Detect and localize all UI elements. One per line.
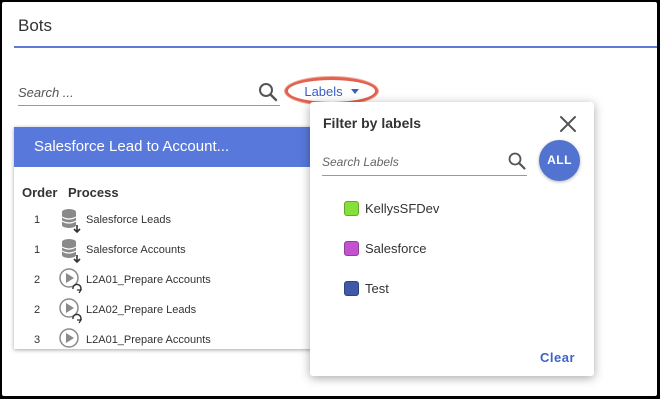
close-icon[interactable] (558, 114, 578, 134)
process-order: 2 (34, 274, 41, 286)
process-row: 2 L2A01_Prepare Accounts (14, 267, 324, 297)
label-color-swatch (344, 240, 359, 256)
column-header-process: Process (68, 185, 119, 200)
process-row: 3 L2A01_Prepare Accounts (14, 327, 324, 349)
label-name: KellysSFDev (365, 200, 440, 216)
label-color-swatch (344, 280, 359, 296)
header-divider (14, 46, 657, 48)
bots-page: Bots Labels Salesforce Lead to Account..… (2, 2, 657, 396)
label-color-swatch (344, 200, 359, 216)
search-input[interactable] (18, 82, 243, 102)
search-field (18, 80, 280, 106)
label-option-kellyssfdev[interactable]: KellysSFDev (344, 198, 439, 218)
process-row: 1 Salesforce Accounts (14, 237, 324, 267)
label-name: Test (365, 280, 389, 296)
labels-button-text: Labels (304, 83, 343, 99)
process-name: L2A02_Prepare Leads (86, 304, 197, 316)
process-order: 1 (34, 244, 41, 256)
label-option-salesforce[interactable]: Salesforce (344, 238, 426, 258)
search-icon[interactable] (506, 150, 528, 172)
column-header-order: Order (22, 185, 58, 200)
process-row: 1 Salesforce Leads (14, 207, 324, 237)
play-recycle-icon (58, 267, 84, 295)
search-labels-field (322, 150, 527, 176)
bot-card-title[interactable]: Salesforce Lead to Account... (14, 127, 324, 167)
label-name: Salesforce (365, 240, 427, 256)
clear-button[interactable]: Clear (540, 350, 575, 365)
bot-card: Salesforce Lead to Account... Order Proc… (14, 127, 324, 349)
process-name: L2A01_Prepare Accounts (86, 334, 211, 346)
process-name: Salesforce Accounts (86, 244, 186, 256)
database-download-icon (58, 207, 84, 235)
process-order: 2 (34, 304, 41, 316)
all-labels-button[interactable]: ALL (539, 140, 580, 181)
popup-title: Filter by labels (323, 115, 422, 131)
play-recycle-icon (58, 327, 84, 349)
search-labels-input[interactable] (322, 152, 497, 172)
database-download-icon (58, 237, 84, 265)
process-order: 1 (34, 214, 41, 226)
process-row: 2 L2A02_Prepare Leads (14, 297, 324, 327)
page-title: Bots (18, 16, 53, 35)
play-recycle-icon (58, 297, 84, 325)
process-name: Salesforce Leads (86, 214, 171, 226)
process-order: 3 (34, 334, 41, 346)
labels-dropdown-button[interactable]: Labels (285, 77, 378, 105)
label-option-test[interactable]: Test (344, 278, 389, 298)
filter-by-labels-popup: Filter by labels ALL KellysSFDev Salesf (310, 102, 594, 376)
caret-down-icon (350, 88, 359, 94)
process-name: L2A01_Prepare Accounts (86, 274, 211, 286)
search-icon[interactable] (256, 80, 280, 104)
